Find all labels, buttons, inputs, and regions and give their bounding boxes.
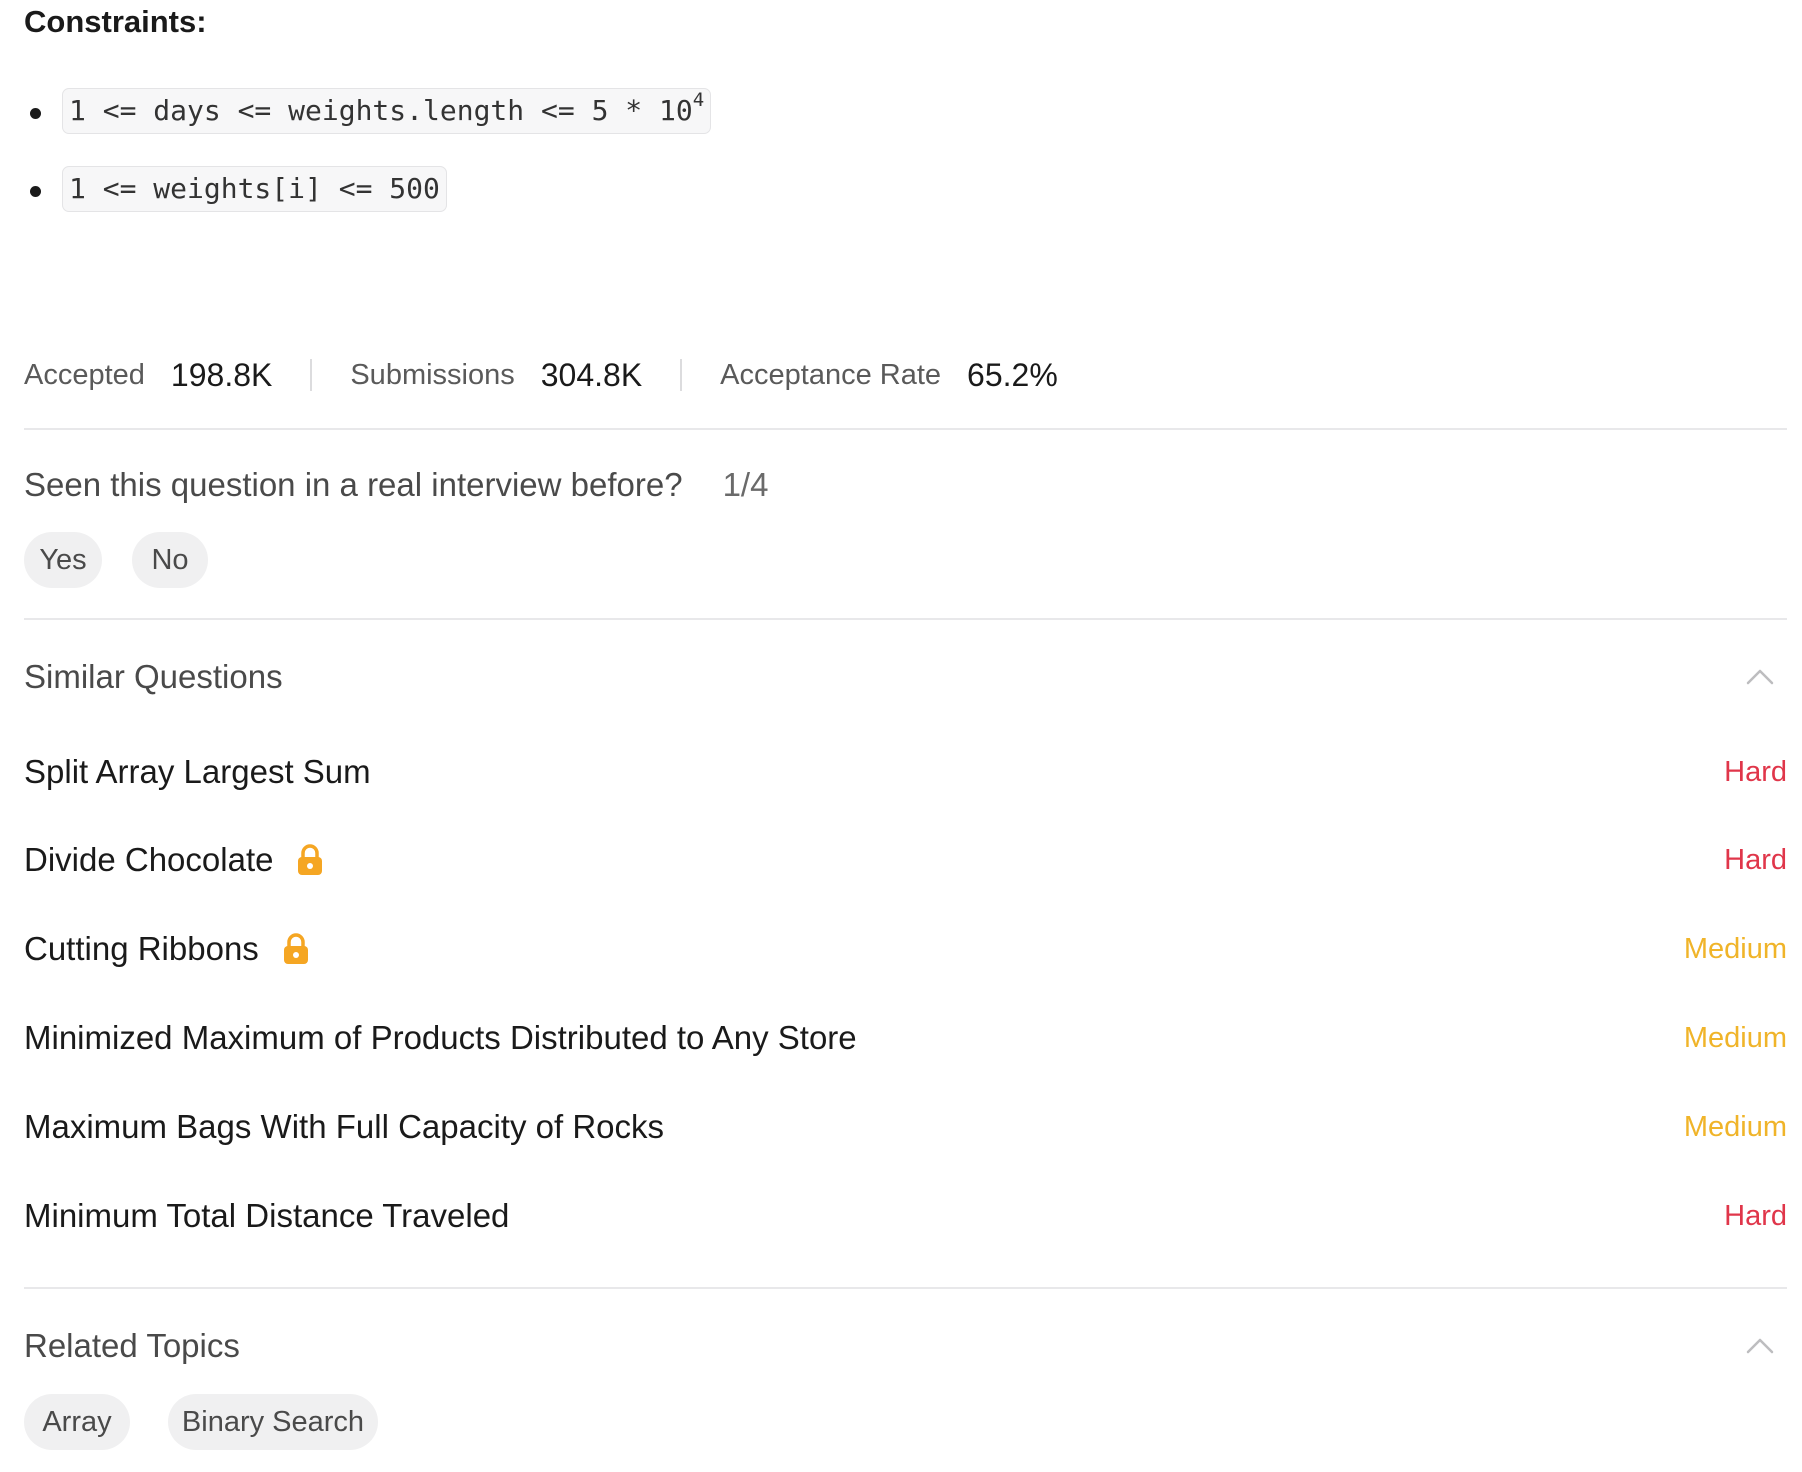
topic-tag[interactable]: Binary Search bbox=[168, 1394, 378, 1450]
chevron-up-icon[interactable] bbox=[1745, 1335, 1775, 1355]
similar-question-row[interactable]: Minimum Total Distance Traveled Hard bbox=[24, 1188, 1787, 1244]
similar-question-row[interactable]: Divide Chocolate Hard bbox=[24, 832, 1787, 888]
similar-question-row[interactable]: Minimized Maximum of Products Distribute… bbox=[24, 1010, 1787, 1066]
accepted-value: 198.8K bbox=[170, 356, 273, 393]
constraint-code: 1 <= days <= weights.length <= 5 * 104 bbox=[62, 88, 712, 134]
stats-row: Accepted 198.8K Submissions 304.8K Accep… bbox=[24, 355, 1058, 395]
difficulty-badge: Hard bbox=[1724, 1199, 1787, 1232]
divider bbox=[24, 618, 1787, 620]
submissions-value: 304.8K bbox=[540, 356, 643, 393]
constraints-title: Constraints: bbox=[24, 4, 207, 39]
acceptance-rate-label: Acceptance Rate bbox=[720, 358, 942, 391]
difficulty-badge: Medium bbox=[1683, 1110, 1787, 1143]
question-title[interactable]: Maximum Bags With Full Capacity of Rocks bbox=[24, 1108, 664, 1146]
no-button[interactable]: No bbox=[132, 532, 208, 588]
difficulty-badge: Hard bbox=[1724, 755, 1787, 788]
divider bbox=[24, 428, 1787, 430]
lock-icon bbox=[283, 933, 308, 964]
constraint-exponent: 4 bbox=[692, 89, 705, 111]
interview-question: Seen this question in a real interview b… bbox=[24, 466, 683, 503]
constraint-item: 1 <= days <= weights.length <= 5 * 104 bbox=[24, 88, 712, 136]
chevron-up-icon[interactable] bbox=[1745, 666, 1775, 686]
constraint-item: 1 <= weights[i] <= 500 bbox=[24, 166, 711, 214]
related-topics-title[interactable]: Related Topics bbox=[24, 1327, 240, 1365]
bullet-icon bbox=[30, 186, 41, 197]
interview-question-row: Seen this question in a real interview b… bbox=[24, 466, 768, 504]
difficulty-badge: Medium bbox=[1683, 1021, 1787, 1054]
constraint-code: 1 <= weights[i] <= 500 bbox=[62, 166, 447, 212]
divider bbox=[24, 1287, 1787, 1289]
submissions-label: Submissions bbox=[350, 358, 515, 391]
bullet-icon bbox=[30, 108, 41, 119]
interview-count: 1/4 bbox=[722, 466, 769, 503]
question-title[interactable]: Split Array Largest Sum bbox=[24, 753, 371, 791]
question-title[interactable]: Minimized Maximum of Products Distribute… bbox=[24, 1019, 857, 1057]
accepted-label: Accepted bbox=[24, 358, 145, 391]
difficulty-badge: Medium bbox=[1683, 932, 1787, 965]
similar-questions-title[interactable]: Similar Questions bbox=[24, 658, 283, 696]
stat-separator bbox=[680, 359, 683, 391]
constraint-list: 1 <= days <= weights.length <= 5 * 104 1… bbox=[24, 88, 712, 244]
similar-question-row[interactable]: Maximum Bags With Full Capacity of Rocks… bbox=[24, 1099, 1787, 1155]
topic-tag[interactable]: Array bbox=[24, 1394, 130, 1450]
question-title[interactable]: Cutting Ribbons bbox=[24, 930, 259, 968]
acceptance-rate-value: 65.2% bbox=[967, 356, 1058, 393]
similar-question-row[interactable]: Cutting Ribbons Medium bbox=[24, 921, 1787, 977]
lock-icon bbox=[298, 844, 323, 875]
constraint-code-text: 1 <= days <= weights.length <= 5 * 10 bbox=[69, 94, 693, 127]
question-title[interactable]: Minimum Total Distance Traveled bbox=[24, 1197, 509, 1235]
yes-button[interactable]: Yes bbox=[24, 532, 102, 588]
stat-separator bbox=[310, 359, 313, 391]
difficulty-badge: Hard bbox=[1724, 843, 1787, 876]
similar-question-row[interactable]: Split Array Largest Sum Hard bbox=[24, 744, 1787, 800]
constraint-code-text: 1 <= weights[i] <= 500 bbox=[69, 172, 440, 205]
question-title[interactable]: Divide Chocolate bbox=[24, 841, 273, 879]
